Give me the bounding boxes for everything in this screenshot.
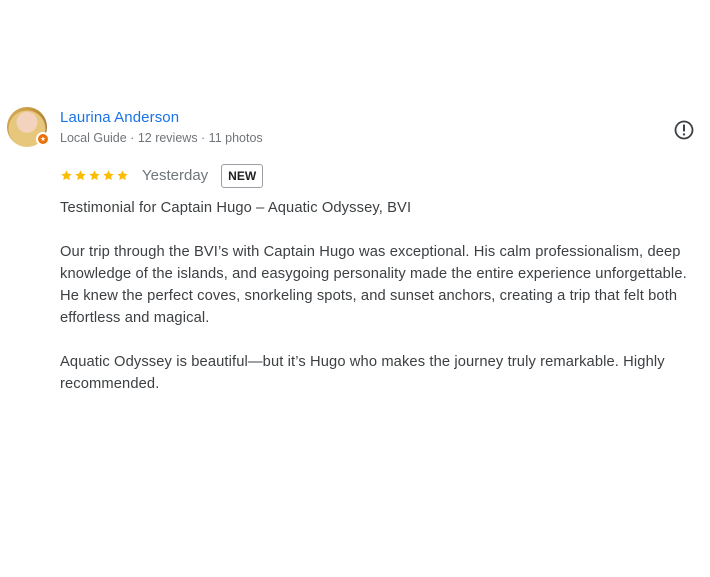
review-text: Testimonial for Captain Hugo – Aquatic O… <box>60 197 708 395</box>
star-icon <box>75 170 86 181</box>
local-guide-badge-icon <box>36 132 50 146</box>
review-paragraph-1: Our trip through the BVI’s with Captain … <box>60 244 687 326</box>
star-icon <box>117 170 128 181</box>
reviewer-avatar[interactable] <box>7 107 50 147</box>
review-title: Testimonial for Captain Hugo – Aquatic O… <box>60 200 412 216</box>
report-icon[interactable] <box>673 119 695 141</box>
review-paragraph-2: Aquatic Odyssey is beautiful—but it’s Hu… <box>60 354 665 392</box>
star-icon <box>89 170 100 181</box>
review-time: Yesterday <box>142 166 209 184</box>
rating-row: Yesterday NEW <box>60 163 264 188</box>
star-icon <box>61 170 72 181</box>
star-icon <box>103 170 114 181</box>
new-badge: NEW <box>221 163 264 188</box>
reviewer-meta: Local Guide · 12 reviews · 11 photos <box>60 131 263 145</box>
review-card: Laurina Anderson Local Guide · 12 review… <box>0 0 710 577</box>
star-rating <box>60 169 129 182</box>
reviewer-name[interactable]: Laurina Anderson <box>60 109 179 127</box>
